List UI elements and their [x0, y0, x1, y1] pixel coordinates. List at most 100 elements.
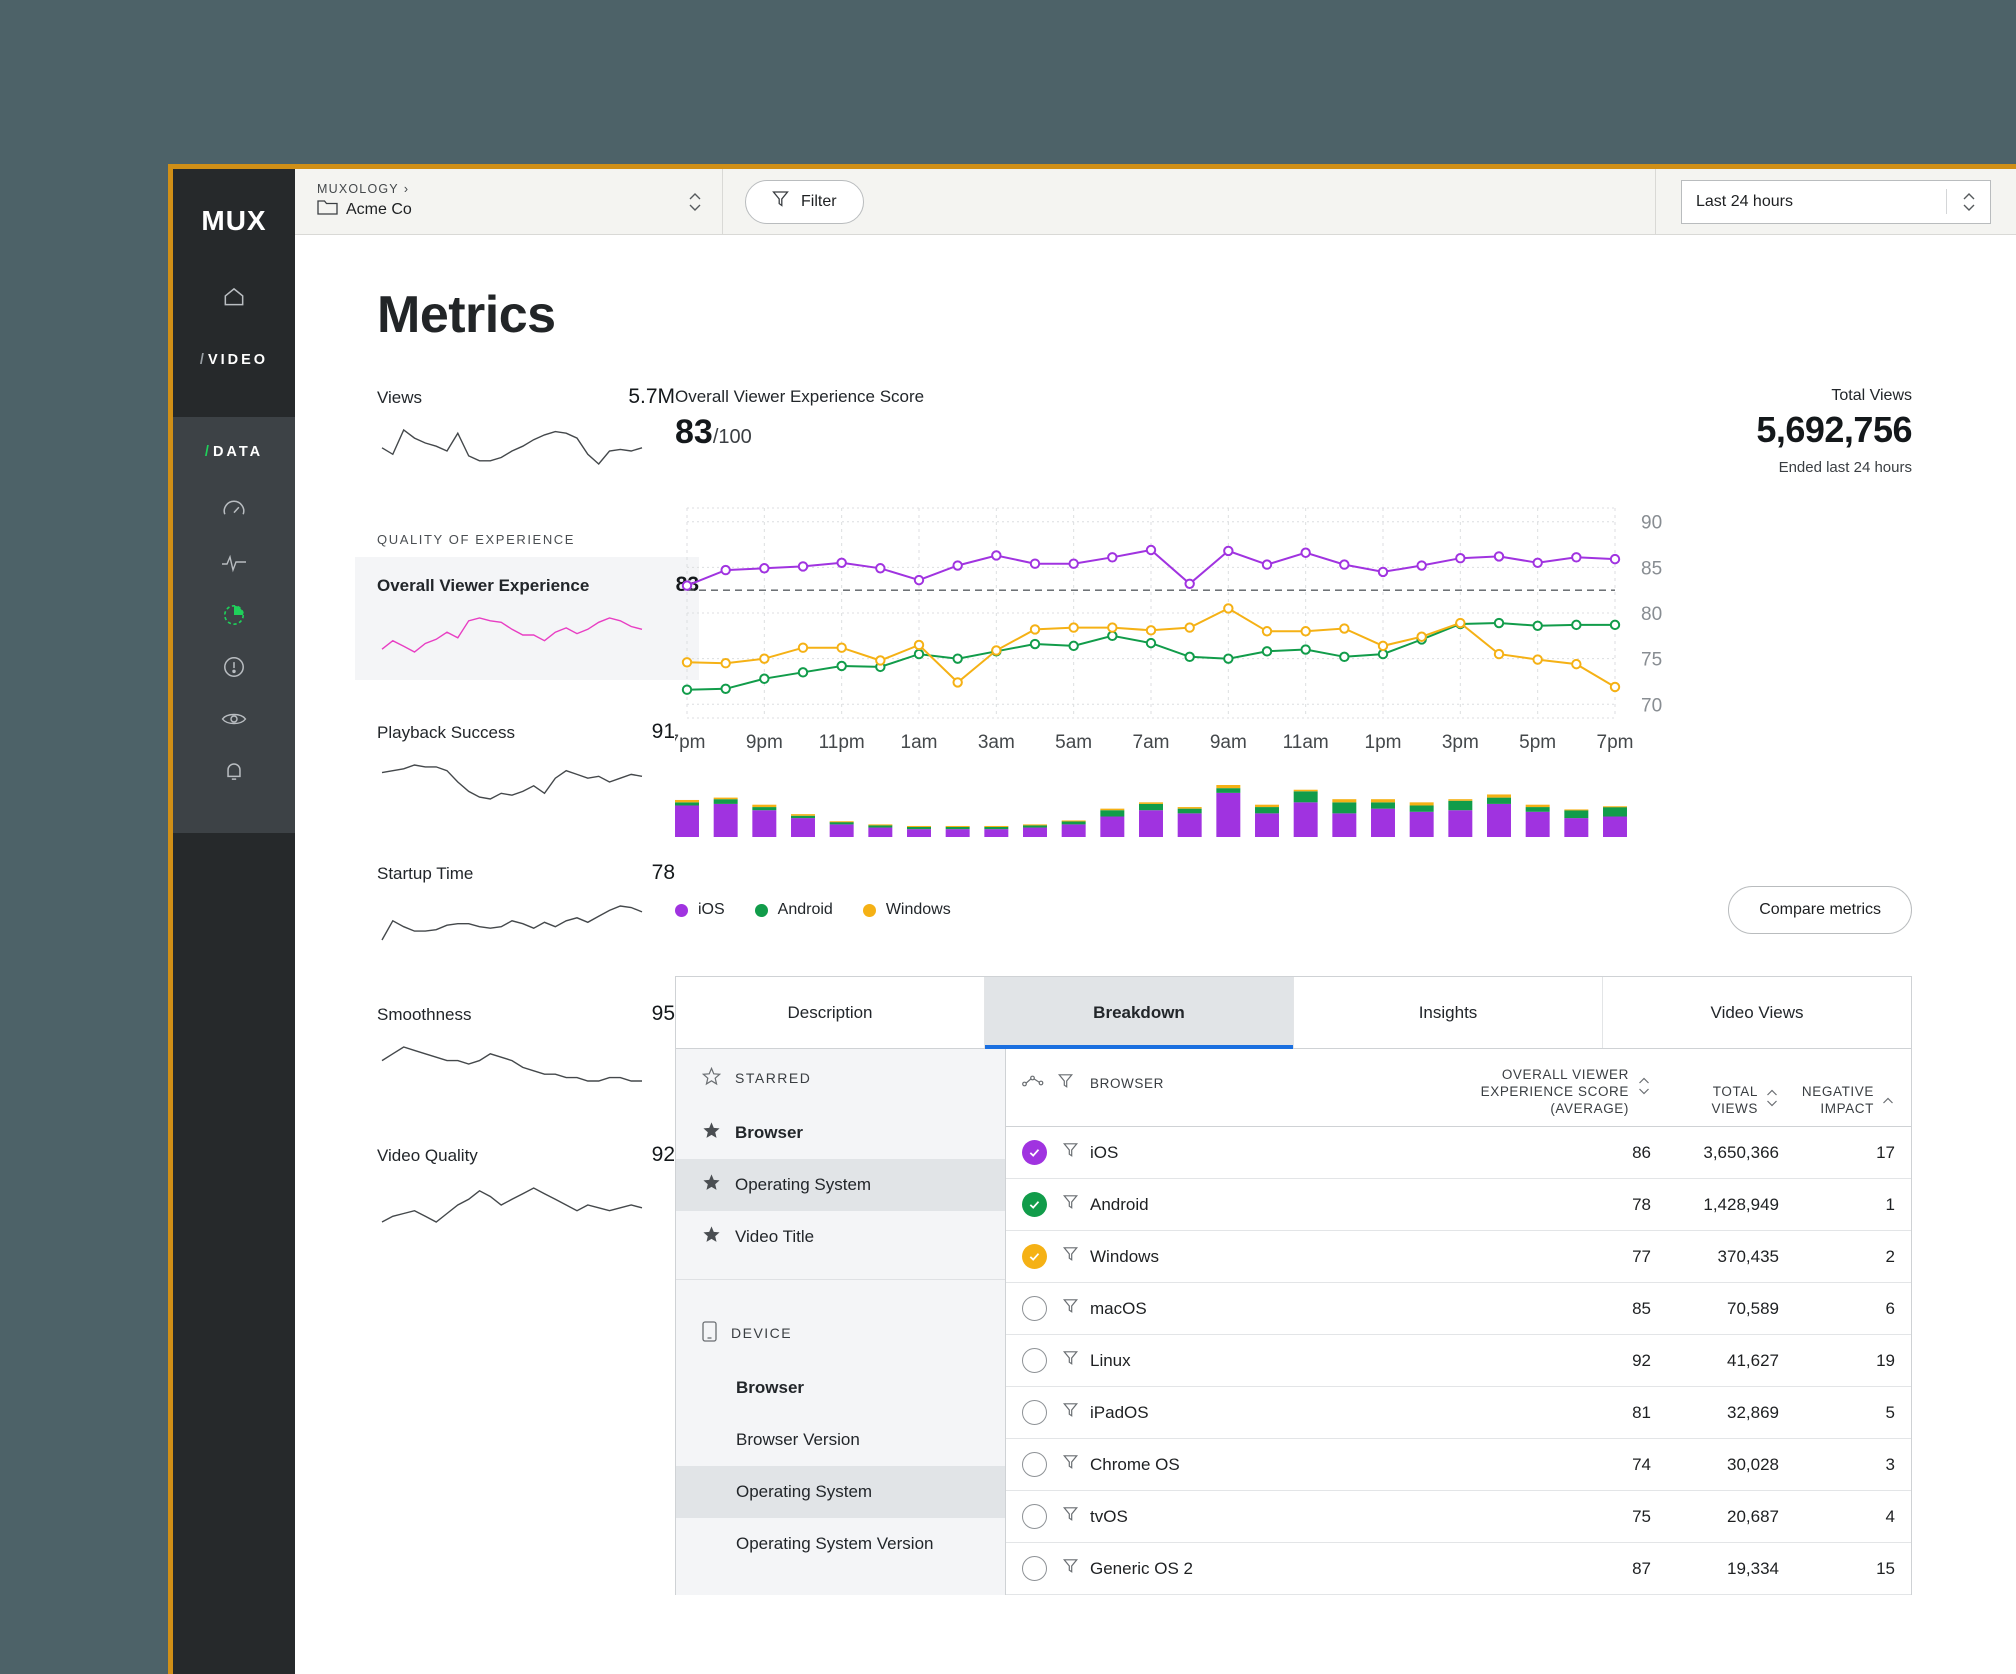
table-row[interactable]: Chrome OS 74 30,028 3	[1006, 1439, 1911, 1491]
breakdown-item-starred-video-title[interactable]: Video Title	[676, 1211, 1005, 1263]
row-icons	[1006, 1452, 1090, 1477]
mux-logo[interactable]: MUX	[173, 169, 295, 273]
row-unselected-checkbox[interactable]	[1022, 1504, 1047, 1529]
breakdown-item-label: Browser	[736, 1378, 805, 1397]
table-header-name[interactable]: BROWSER	[1090, 1049, 1403, 1118]
row-negative-impact: 19	[1876, 1350, 1895, 1370]
sort-asc-icon[interactable]	[1881, 1095, 1895, 1118]
breakdown-item-device-operating-system[interactable]: Operating System	[676, 1466, 1005, 1518]
breakdown-item-device-browser[interactable]: Browser	[676, 1362, 1005, 1414]
table-header-views[interactable]: TOTAL VIEWS	[1651, 1084, 1779, 1118]
metric-card-startup[interactable]: Startup Time 78	[377, 855, 675, 962]
sidebar-item-monitoring[interactable]	[173, 539, 295, 591]
row-total-views: 19,334	[1727, 1558, 1779, 1578]
funnel-icon[interactable]	[1062, 1246, 1079, 1267]
row-name: Generic OS 2	[1090, 1558, 1193, 1578]
legend-item-android[interactable]: Android	[754, 901, 833, 919]
table-row[interactable]: iOS 86 3,650,366 17	[1006, 1127, 1911, 1179]
views-summary-label: Total Views	[1831, 387, 1912, 404]
table-header-score[interactable]: OVERALL VIEWER EXPERIENCE SCORE (AVERAGE…	[1403, 1067, 1651, 1118]
metric-card-ove[interactable]: Overall Viewer Experience 83	[355, 557, 699, 680]
star-filled-icon[interactable]	[702, 1225, 721, 1249]
funnel-icon[interactable]	[1062, 1402, 1079, 1423]
star-filled-icon[interactable]	[702, 1121, 721, 1145]
sidebar-item-alerts[interactable]	[173, 747, 295, 799]
funnel-icon[interactable]	[1057, 1073, 1074, 1094]
sparkline-icon[interactable]	[1022, 1074, 1044, 1093]
funnel-icon[interactable]	[1062, 1558, 1079, 1579]
table-header-negative-impact[interactable]: NEGATIVE IMPACT	[1779, 1084, 1911, 1118]
sidebar-item-views[interactable]	[173, 695, 295, 747]
legend-item-windows[interactable]: Windows	[862, 901, 951, 919]
breadcrumb-current[interactable]: Acme Co	[346, 201, 412, 219]
breakdown-item-device-operating-system-version[interactable]: Operating System Version	[676, 1518, 1005, 1570]
funnel-icon[interactable]	[1062, 1506, 1079, 1527]
svg-text:11am: 11am	[1283, 732, 1329, 752]
row-icons	[1006, 1556, 1090, 1581]
table-row[interactable]: Windows 77 370,435 2	[1006, 1231, 1911, 1283]
row-selected-checkbox[interactable]	[1022, 1140, 1047, 1165]
breakdown-item-label: Video Title	[735, 1227, 815, 1246]
funnel-icon[interactable]	[1062, 1298, 1079, 1319]
filter-button[interactable]: Filter	[745, 179, 864, 224]
tab-video-views[interactable]: Video Views	[1603, 977, 1911, 1048]
breadcrumb[interactable]: MUXOLOGY › Acme Co	[295, 169, 723, 234]
sort-icon[interactable]	[1637, 1075, 1651, 1118]
score-summary-value: 83/100	[675, 413, 924, 452]
sidebar-item-dashboard[interactable]	[173, 487, 295, 539]
tab-insights[interactable]: Insights	[1294, 977, 1603, 1048]
sort-icon[interactable]	[1765, 1087, 1779, 1118]
breakdown-group-header-device: DEVICE	[676, 1304, 1005, 1362]
breakdown-nav: STARRED Browser Operating System Video T…	[676, 1049, 1006, 1595]
funnel-icon[interactable]	[1062, 1350, 1079, 1371]
table-row[interactable]: Android 78 1,428,949 1	[1006, 1179, 1911, 1231]
row-unselected-checkbox[interactable]	[1022, 1452, 1047, 1477]
sidebar-item-home[interactable]	[173, 273, 295, 325]
ove-sparkline	[377, 613, 699, 662]
tab-breakdown[interactable]: Breakdown	[985, 977, 1294, 1049]
table-row[interactable]: macOS 85 70,589 6	[1006, 1283, 1911, 1335]
breakdown-item-device-browser-version[interactable]: Browser Version	[676, 1414, 1005, 1466]
tab-description[interactable]: Description	[676, 977, 985, 1048]
sidebar-item-errors[interactable]	[173, 643, 295, 695]
metric-card-smoothness[interactable]: Smoothness 95	[377, 996, 675, 1103]
sidebar-section-label-data[interactable]: / DATA	[173, 417, 295, 487]
metric-card-playback[interactable]: Playback Success 91	[377, 714, 675, 821]
row-icons	[1006, 1140, 1090, 1165]
breakdown-group-starred: STARRED Browser Operating System Video T…	[676, 1049, 1005, 1279]
legend-item-ios[interactable]: iOS	[675, 901, 725, 919]
breakdown-item-starred-operating-system[interactable]: Operating System	[676, 1159, 1005, 1211]
sidebar-item-metrics[interactable]	[173, 591, 295, 643]
funnel-icon[interactable]	[1062, 1454, 1079, 1475]
row-selected-checkbox[interactable]	[1022, 1192, 1047, 1217]
star-filled-icon[interactable]	[702, 1173, 721, 1197]
row-negative-impact: 15	[1876, 1558, 1895, 1578]
metric-card-quality[interactable]: Video Quality 92	[377, 1137, 675, 1244]
sidebar-section-video: / VIDEO	[173, 273, 295, 417]
breadcrumb-parent[interactable]: MUXOLOGY	[317, 182, 399, 196]
breakdown-item-starred-browser[interactable]: Browser	[676, 1107, 1005, 1159]
row-name: Windows	[1090, 1246, 1159, 1266]
row-selected-checkbox[interactable]	[1022, 1244, 1047, 1269]
row-unselected-checkbox[interactable]	[1022, 1556, 1047, 1581]
funnel-icon[interactable]	[1062, 1142, 1079, 1163]
compare-metrics-button[interactable]: Compare metrics	[1728, 886, 1912, 934]
row-unselected-checkbox[interactable]	[1022, 1348, 1047, 1373]
breadcrumb-stepper-icon[interactable]	[686, 189, 704, 215]
time-range-stepper-icon[interactable]	[1946, 188, 1990, 215]
row-unselected-checkbox[interactable]	[1022, 1296, 1047, 1321]
time-range-select[interactable]: Last 24 hours	[1681, 179, 1991, 224]
row-unselected-checkbox[interactable]	[1022, 1400, 1047, 1425]
table-row[interactable]: iPadOS 81 32,869 5	[1006, 1387, 1911, 1439]
line-chart[interactable]: 70 75 80 85 90 7pm 9pm 11pm 1am 3am 5am 7am 9am 11am 1…	[669, 500, 1912, 757]
table-row[interactable]: tvOS 75 20,687 4	[1006, 1491, 1911, 1543]
table-row[interactable]: Linux 92 41,627 19	[1006, 1335, 1911, 1387]
metric-card-views[interactable]: Views 5.7M	[377, 379, 675, 486]
table-header-row: BROWSER OVERALL VIEWER EXPERIENCE SCORE …	[1006, 1049, 1911, 1127]
svg-text:11pm: 11pm	[819, 732, 865, 752]
funnel-icon[interactable]	[1062, 1194, 1079, 1215]
table-row[interactable]: Generic OS 2 87 19,334 15	[1006, 1543, 1911, 1595]
bar-chart[interactable]	[675, 763, 1912, 868]
sidebar-section-label-video[interactable]: / VIDEO	[173, 325, 295, 395]
row-score: 85	[1632, 1298, 1651, 1318]
